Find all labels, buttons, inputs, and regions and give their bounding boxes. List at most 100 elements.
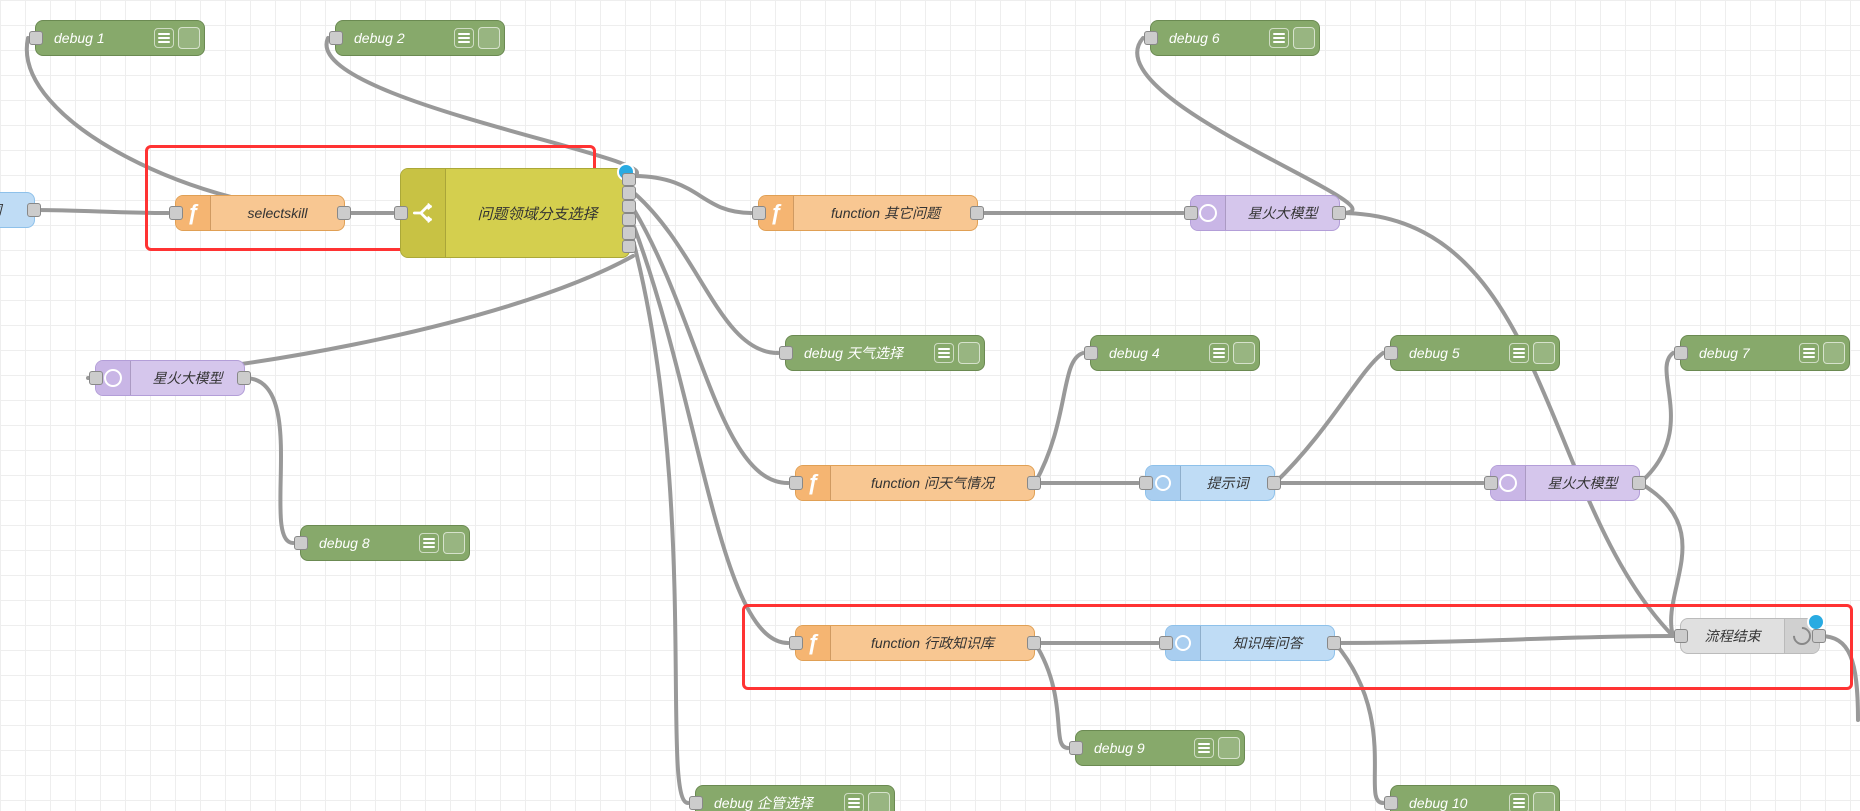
node-debug-6[interactable]: debug 6: [1150, 20, 1320, 56]
node-label: debug 4: [1091, 336, 1211, 370]
debug-controls: [454, 25, 500, 51]
port-in[interactable]: [1069, 741, 1083, 755]
node-label: 星火大模型: [1226, 196, 1339, 230]
node-label: debug 企管选择: [696, 786, 846, 811]
port-in[interactable]: [89, 371, 103, 385]
port-in[interactable]: [394, 206, 408, 220]
port-in[interactable]: [1484, 476, 1498, 490]
port-out[interactable]: [237, 371, 251, 385]
bars-icon[interactable]: [154, 28, 174, 48]
node-debug-8[interactable]: debug 8: [300, 525, 470, 561]
flow-canvas[interactable]: debug 1 debug 2 debug 6 示词 selectskill: [0, 0, 1860, 811]
bars-icon[interactable]: [1509, 343, 1529, 363]
node-model-spark-1[interactable]: 星火大模型: [1190, 195, 1340, 231]
port-in[interactable]: [1159, 636, 1173, 650]
bars-icon[interactable]: [1509, 793, 1529, 811]
port-out-5[interactable]: [622, 226, 636, 239]
node-selectskill[interactable]: selectskill: [175, 195, 345, 231]
port-out[interactable]: [1327, 636, 1341, 650]
port-out-1[interactable]: [622, 173, 636, 186]
node-branch-switch[interactable]: 问题领域分支选择: [400, 168, 630, 258]
node-label: debug 8: [301, 526, 421, 560]
bars-icon[interactable]: [844, 793, 864, 811]
node-debug-10[interactable]: debug 10: [1390, 785, 1560, 811]
toggle-icon[interactable]: [178, 27, 200, 49]
toggle-icon[interactable]: [1823, 342, 1845, 364]
node-debug-5[interactable]: debug 5: [1390, 335, 1560, 371]
bars-icon[interactable]: [454, 28, 474, 48]
port-in[interactable]: [1674, 629, 1688, 643]
bars-icon[interactable]: [1799, 343, 1819, 363]
port-in[interactable]: [169, 206, 183, 220]
node-debug-7[interactable]: debug 7: [1680, 335, 1850, 371]
node-hint-partial[interactable]: 示词: [0, 192, 35, 228]
port-out[interactable]: [1632, 476, 1646, 490]
port-in[interactable]: [789, 476, 803, 490]
node-func-weather[interactable]: function 问天气情况: [795, 465, 1035, 501]
port-out[interactable]: [1812, 629, 1826, 643]
port-out-3[interactable]: [622, 200, 636, 213]
port-out[interactable]: [27, 203, 41, 217]
edges-layer: [0, 0, 1860, 811]
port-in[interactable]: [1084, 346, 1098, 360]
node-label: debug 1: [36, 21, 156, 55]
port-in[interactable]: [1384, 796, 1398, 810]
toggle-icon[interactable]: [1233, 342, 1255, 364]
port-in[interactable]: [1144, 31, 1158, 45]
port-out[interactable]: [1267, 476, 1281, 490]
port-in[interactable]: [1139, 476, 1153, 490]
port-out[interactable]: [970, 206, 984, 220]
toggle-icon[interactable]: [1218, 737, 1240, 759]
debug-controls: [1509, 340, 1555, 366]
port-in[interactable]: [329, 31, 343, 45]
debug-controls: [1509, 790, 1555, 811]
port-in[interactable]: [294, 536, 308, 550]
port-out[interactable]: [1027, 476, 1041, 490]
toggle-icon[interactable]: [1293, 27, 1315, 49]
bars-icon[interactable]: [1269, 28, 1289, 48]
bars-icon[interactable]: [1194, 738, 1214, 758]
toggle-icon[interactable]: [478, 27, 500, 49]
bars-icon[interactable]: [934, 343, 954, 363]
toggle-icon[interactable]: [1533, 342, 1555, 364]
node-debug-4[interactable]: debug 4: [1090, 335, 1260, 371]
node-func-other[interactable]: function 其它问题: [758, 195, 978, 231]
node-label: 星火大模型: [1526, 466, 1639, 500]
node-debug-weather[interactable]: debug 天气选择: [785, 335, 985, 371]
node-label: selectskill: [211, 196, 344, 230]
node-label: 知识库问答: [1201, 626, 1334, 660]
debug-controls: [154, 25, 200, 51]
port-out[interactable]: [337, 206, 351, 220]
bars-icon[interactable]: [1209, 343, 1229, 363]
port-in[interactable]: [789, 636, 803, 650]
toggle-icon[interactable]: [443, 532, 465, 554]
node-debug-mgmt[interactable]: debug 企管选择: [695, 785, 895, 811]
toggle-icon[interactable]: [1533, 792, 1555, 811]
port-out-4[interactable]: [622, 213, 636, 226]
port-out[interactable]: [1027, 636, 1041, 650]
node-debug-1[interactable]: debug 1: [35, 20, 205, 56]
port-in[interactable]: [1184, 206, 1198, 220]
port-in[interactable]: [689, 796, 703, 810]
debug-controls: [1209, 340, 1255, 366]
node-model-spark-3[interactable]: 星火大模型: [1490, 465, 1640, 501]
toggle-icon[interactable]: [958, 342, 980, 364]
port-in[interactable]: [29, 31, 43, 45]
toggle-icon[interactable]: [868, 792, 890, 811]
port-in[interactable]: [1384, 346, 1398, 360]
node-debug-2[interactable]: debug 2: [335, 20, 505, 56]
node-debug-9[interactable]: debug 9: [1075, 730, 1245, 766]
node-hint-kb-qa[interactable]: 知识库问答: [1165, 625, 1335, 661]
debug-controls: [1194, 735, 1240, 761]
port-out-2[interactable]: [622, 186, 636, 199]
port-out-6[interactable]: [622, 240, 636, 253]
port-in[interactable]: [1674, 346, 1688, 360]
port-in[interactable]: [752, 206, 766, 220]
node-func-admin-kb[interactable]: function 行政知识库: [795, 625, 1035, 661]
bars-icon[interactable]: [419, 533, 439, 553]
port-in[interactable]: [779, 346, 793, 360]
node-model-spark-2[interactable]: 星火大模型: [95, 360, 245, 396]
node-end[interactable]: 流程结束: [1680, 618, 1820, 654]
port-out[interactable]: [1332, 206, 1346, 220]
node-hint-prompt[interactable]: 提示词: [1145, 465, 1275, 501]
